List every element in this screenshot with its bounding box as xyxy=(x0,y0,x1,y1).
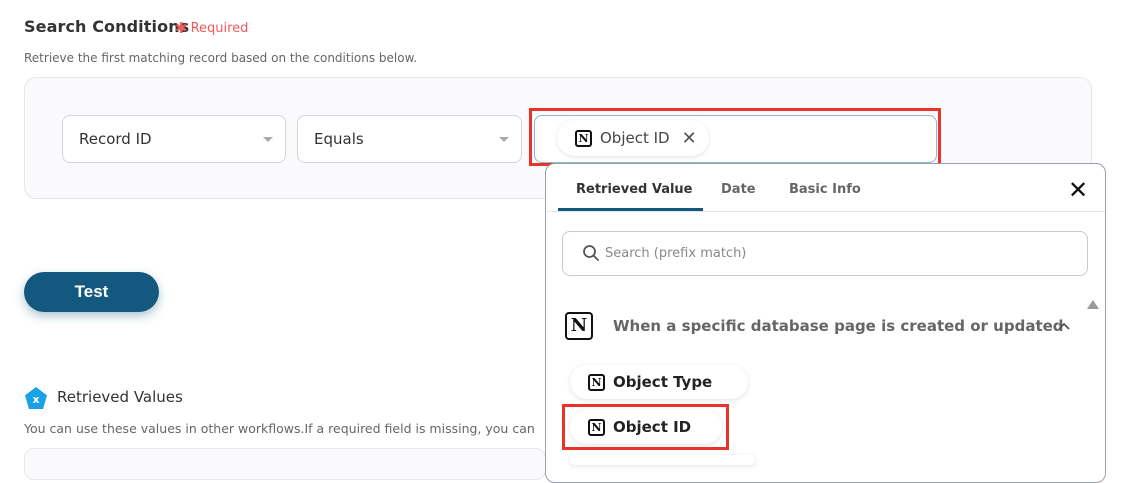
tab-retrieved-value[interactable]: Retrieved Value xyxy=(576,182,693,197)
retrieved-values-icon: x xyxy=(25,387,47,409)
retrieved-values-title: Retrieved Values xyxy=(57,388,183,406)
required-badge: ✱ Required xyxy=(175,19,249,37)
group-header[interactable]: N xyxy=(565,312,593,340)
notion-logo-icon: N xyxy=(565,312,593,340)
search-conditions-description: Retrieve the first matching record based… xyxy=(24,51,418,65)
chevron-down-icon xyxy=(263,137,273,142)
retrieved-values-container xyxy=(24,448,546,480)
search-icon xyxy=(583,245,599,261)
tab-divider xyxy=(546,211,1105,212)
list-item-label: Object Type xyxy=(613,373,713,391)
highlight-box-input xyxy=(529,108,941,166)
list-item-object-type[interactable]: N Object Type xyxy=(570,365,748,399)
test-button[interactable]: Test xyxy=(24,272,159,312)
close-icon[interactable]: ✕ xyxy=(1068,178,1088,202)
chevron-up-icon[interactable] xyxy=(1057,321,1071,331)
tab-basic-info[interactable]: Basic Info xyxy=(789,182,861,197)
operator-select-value: Equals xyxy=(314,130,364,148)
notion-logo-icon: N xyxy=(588,373,605,391)
list-item[interactable] xyxy=(570,455,755,465)
tab-date[interactable]: Date xyxy=(721,182,756,197)
search-conditions-title: Search Conditions xyxy=(24,17,190,36)
highlight-box-item xyxy=(562,404,729,450)
retrieved-values-description: You can use these values in other workfl… xyxy=(24,421,535,436)
group-title[interactable]: When a specific database page is created… xyxy=(613,317,1064,335)
required-label: Required xyxy=(190,21,249,36)
field-select[interactable]: Record ID xyxy=(62,115,286,163)
scroll-up-arrow-icon[interactable] xyxy=(1087,300,1099,309)
chevron-down-icon xyxy=(499,137,509,142)
search-placeholder: Search (prefix match) xyxy=(605,246,747,261)
asterisk-icon: ✱ xyxy=(175,19,188,37)
operator-select[interactable]: Equals xyxy=(297,115,522,163)
field-select-value: Record ID xyxy=(79,130,152,148)
